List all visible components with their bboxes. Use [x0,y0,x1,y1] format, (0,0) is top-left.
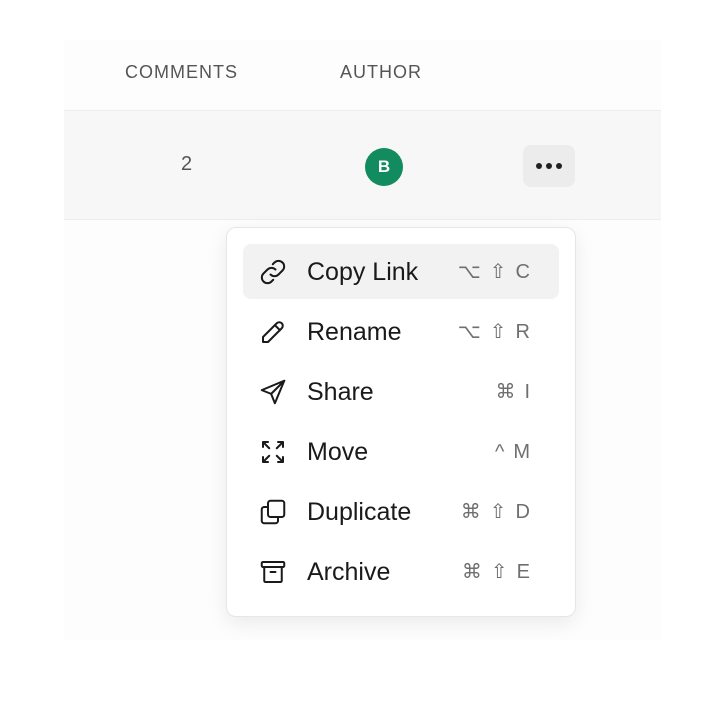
move-icon [258,437,288,467]
comments-count: 2 [181,153,193,175]
duplicate-icon [258,497,288,527]
comments-column-header[interactable]: COMMENTS [125,62,238,82]
send-icon [258,377,288,407]
menu-item-shortcut: ⌘⇧E [461,561,539,583]
menu-item-label: Archive [307,558,391,586]
menu-item-shortcut: ⌥⇧R [457,321,539,343]
archive-icon [258,557,288,587]
menu-item-archive[interactable]: Archive ⌘⇧E [243,544,559,599]
author-column-header[interactable]: AUTHOR [340,62,422,82]
menu-item-share[interactable]: Share ⌘I [243,364,559,419]
link-icon [258,257,288,287]
menu-item-shortcut: ⌥⇧C [457,261,539,283]
menu-item-shortcut: ⌘I [495,381,539,403]
menu-item-label: Share [307,378,374,406]
menu-item-label: Duplicate [307,498,412,526]
menu-item-label: Copy Link [307,258,419,286]
menu-item-shortcut: ⌘⇧D [460,501,539,523]
more-dot-icon [546,163,552,169]
menu-item-label: Rename [307,318,402,346]
menu-item-duplicate[interactable]: Duplicate ⌘⇧D [243,484,559,539]
menu-item-rename[interactable]: Rename ⌥⇧R [243,304,559,359]
author-avatar[interactable]: B [365,148,403,186]
context-menu: Copy Link ⌥⇧C Rename ⌥⇧R Share ⌘I Move ^… [226,227,576,617]
menu-item-copy-link[interactable]: Copy Link ⌥⇧C [243,244,559,299]
more-actions-button[interactable] [523,145,575,187]
menu-item-label: Move [307,438,369,466]
table-header: COMMENTS AUTHOR [64,40,661,111]
menu-item-move[interactable]: Move ^M [243,424,559,479]
menu-item-shortcut: ^M [494,441,539,463]
more-dot-icon [536,163,542,169]
table-row[interactable]: 2 B [64,111,661,220]
more-dot-icon [556,163,562,169]
pencil-icon [258,317,288,347]
